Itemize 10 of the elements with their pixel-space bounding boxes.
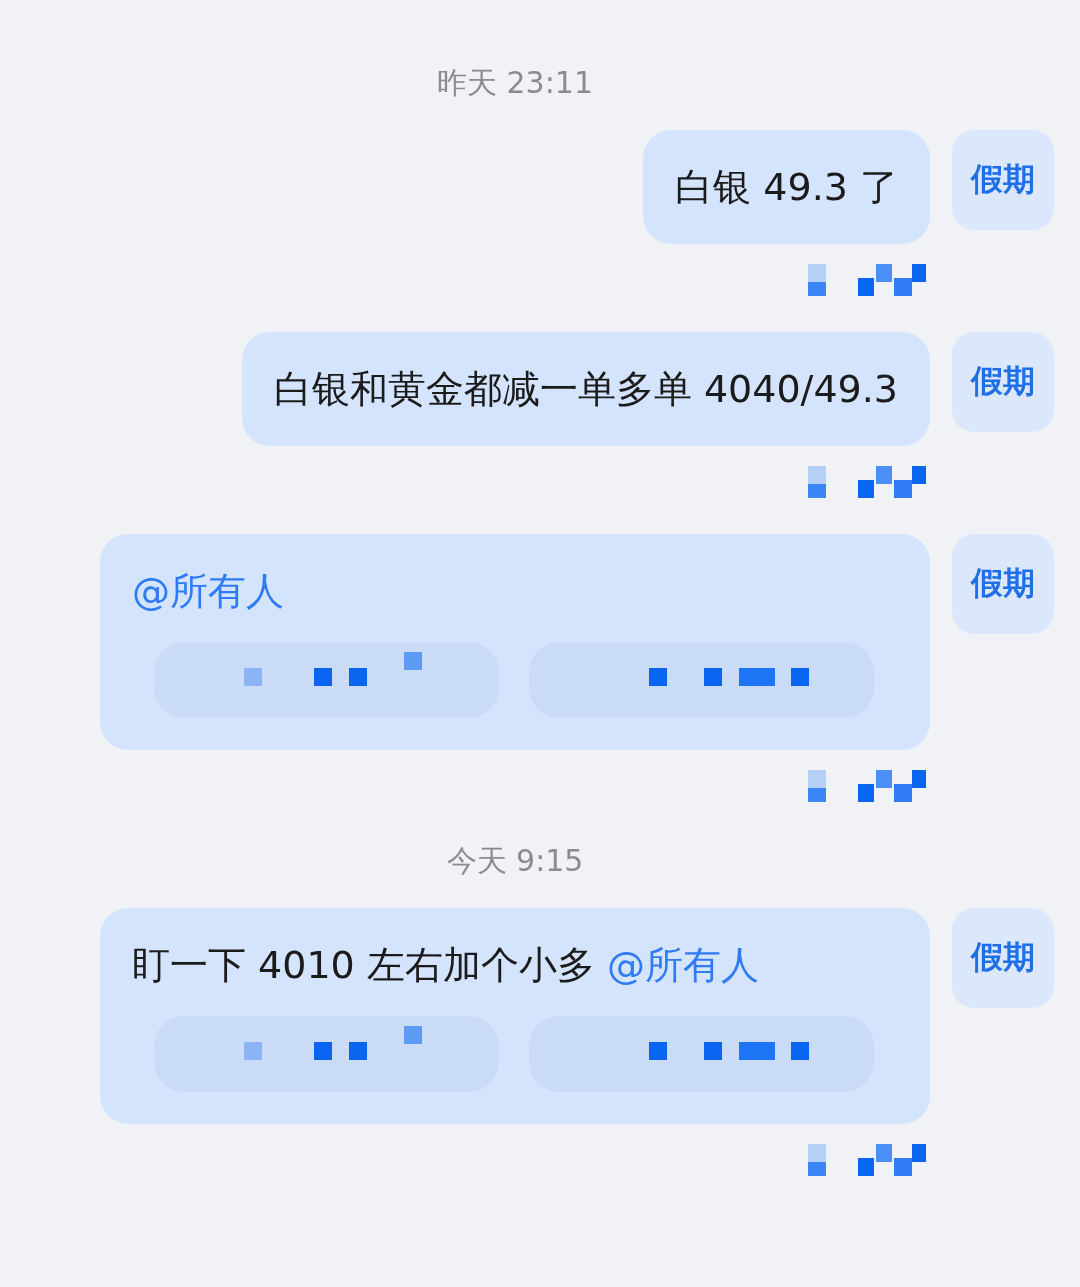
avatar[interactable]: 假期 <box>952 332 1054 432</box>
avatar[interactable]: 假期 <box>952 534 1054 634</box>
message-text: 盯一下 4010 左右加个小多 @所有人 <box>132 942 760 989</box>
message-text: 白银和黄金都减一单多单 4040/49.3 <box>273 366 898 413</box>
timestamp: 昨天 23:11 <box>437 64 593 102</box>
timestamp: 今天 9:15 <box>446 842 584 880</box>
avatar[interactable]: 假期 <box>952 130 1054 230</box>
message-text: 白银 49.3 了 <box>675 164 898 211</box>
message-text: @所有人 <box>132 568 285 615</box>
avatar[interactable]: 假期 <box>952 908 1054 1008</box>
